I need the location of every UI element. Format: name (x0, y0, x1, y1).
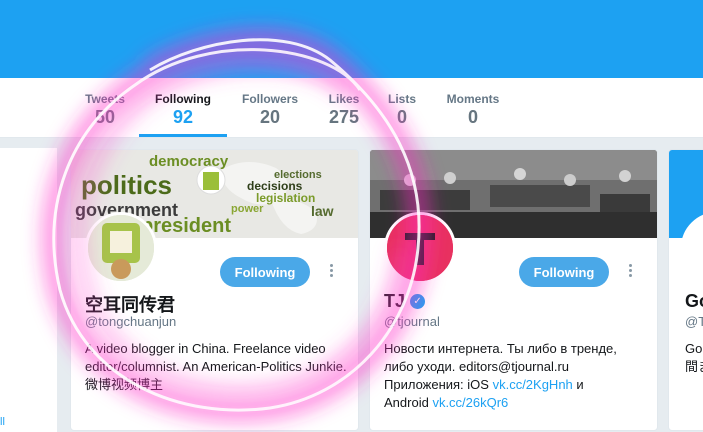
left-sidebar: ll (0, 148, 57, 432)
more-options-icon[interactable] (328, 264, 334, 280)
nav-following-label: Following (155, 92, 211, 106)
bio-line-2: 間ま (685, 359, 703, 374)
user-card-tongchuanjun[interactable]: democracy politics elections decisions l… (70, 149, 359, 431)
bio-line-1: Новости интернета. Ты либо в тренде, (384, 341, 617, 356)
user-card-tjournal[interactable]: Following TJ ✓ @tjournal Новости интерне… (369, 149, 658, 431)
sidebar-link[interactable]: ll (0, 416, 5, 428)
bio-line-2: либо уходи. editors@tjournal.ru (384, 359, 570, 374)
user-handle[interactable]: @tongchuanjun (85, 314, 176, 329)
profile-banner (0, 0, 703, 78)
bio-conjunction: и (576, 377, 584, 392)
nav-tweets[interactable]: Tweets 50 (80, 78, 130, 137)
nav-following[interactable]: Following 92 (139, 78, 227, 137)
nav-likes[interactable]: Likes 275 (322, 78, 366, 137)
nav-lists[interactable]: Lists 0 (384, 78, 420, 137)
nav-followers[interactable]: Followers 20 (238, 78, 302, 137)
nav-following-count: 92 (172, 107, 194, 127)
avatar[interactable] (384, 212, 456, 284)
nav-followers-label: Followers (241, 92, 298, 106)
display-name-text: TJ (384, 291, 406, 311)
more-options-icon[interactable] (627, 264, 633, 280)
word-legislation: legislation (256, 191, 315, 205)
bio-line-3: Приложения: iOS (384, 377, 489, 392)
avatar-logo (387, 215, 453, 281)
user-bio: Go 間ま (685, 340, 703, 376)
user-bio: Новости интернета. Ты либо в тренде, либ… (384, 340, 649, 412)
nav-likes-count: 275 (328, 107, 360, 127)
user-bio: A video blogger in China. Freelance vide… (85, 341, 347, 392)
nav-moments[interactable]: Moments 0 (442, 78, 504, 137)
bio-line-4: Android (384, 395, 429, 410)
nav-tweets-count: 50 (94, 107, 116, 127)
word-president: president (141, 215, 231, 237)
word-law: law (311, 203, 334, 219)
nav-lists-label: Lists (387, 92, 416, 106)
user-card-partial[interactable]: Go @T Go 間ま (668, 149, 703, 431)
bio-link-android[interactable]: vk.cc/26kQr6 (432, 395, 508, 410)
avatar[interactable] (85, 212, 157, 284)
word-power: power (231, 203, 264, 215)
avatar-image (88, 215, 154, 281)
following-button[interactable]: Following (220, 257, 310, 287)
nav-lists-count: 0 (396, 107, 407, 127)
following-button[interactable]: Following (519, 257, 609, 287)
nav-moments-count: 0 (467, 107, 478, 127)
nav-tweets-label: Tweets (85, 92, 125, 106)
word-politics: politics (81, 170, 172, 200)
bio-line-1: Go (685, 341, 703, 356)
nav-followers-count: 20 (259, 107, 281, 127)
display-name[interactable]: TJ ✓ (384, 291, 426, 312)
user-handle[interactable]: @T (685, 314, 703, 329)
bio-link-ios[interactable]: vk.cc/2KgHnh (493, 377, 573, 392)
user-handle[interactable]: @tjournal (384, 314, 440, 329)
nav-likes-label: Likes (328, 92, 360, 106)
display-name[interactable]: Go (685, 291, 703, 312)
verified-badge-icon: ✓ (410, 294, 426, 309)
profile-nav: Tweets 50 Following 92 Followers 20 Like… (0, 78, 703, 138)
nav-moments-label: Moments (446, 92, 500, 106)
